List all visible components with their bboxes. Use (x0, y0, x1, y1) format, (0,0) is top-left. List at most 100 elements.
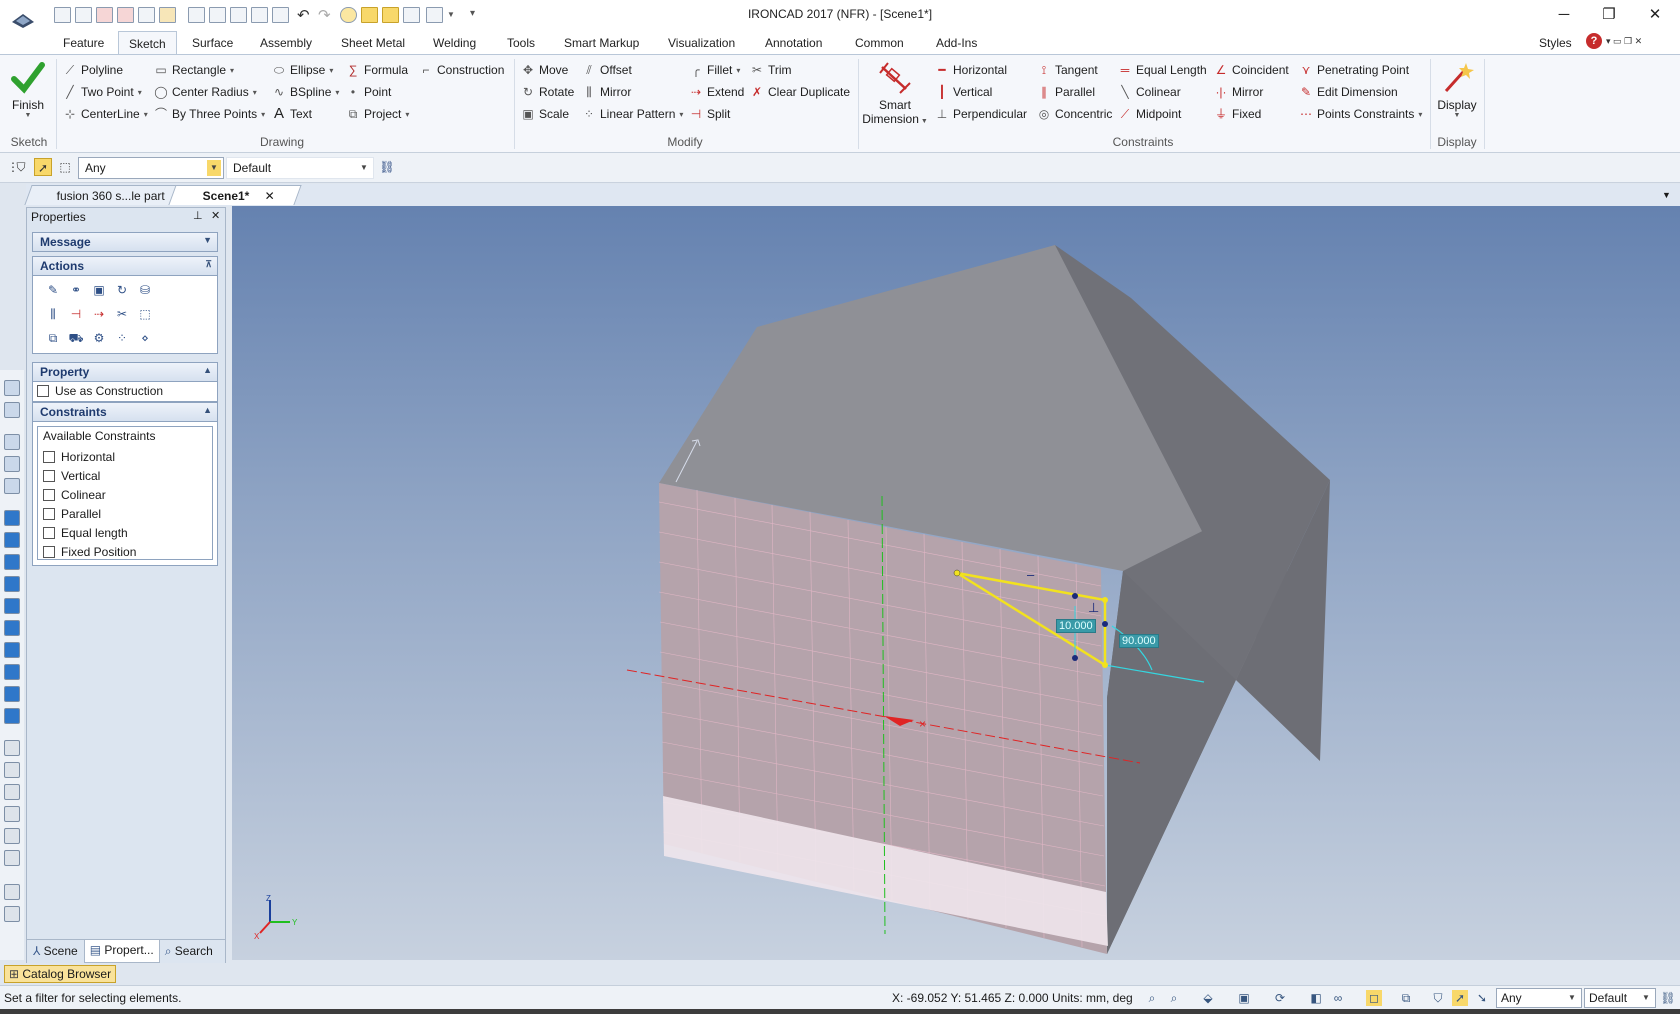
tab-add-ins[interactable]: Add-Ins (936, 36, 977, 50)
scale-icon[interactable]: ▣ (91, 282, 107, 298)
panel-tab-search[interactable]: ⌕ Search (160, 940, 218, 963)
centerline-button[interactable]: ⊹ CenterLine ▾ (62, 104, 148, 124)
torus-icon[interactable] (4, 686, 20, 702)
camera-icon[interactable] (4, 380, 20, 396)
block-icon[interactable] (4, 510, 20, 526)
construction-button[interactable]: ⌐ Construction (418, 60, 504, 80)
pin-icon[interactable]: ⊥ (193, 209, 203, 222)
constraint-checkbox[interactable] (43, 508, 55, 520)
constraint-checkbox[interactable] (43, 546, 55, 558)
tool-icon[interactable] (4, 906, 20, 922)
message-section-header[interactable]: Message ▼ (32, 232, 218, 252)
select-edge-icon[interactable]: ➘ (1474, 990, 1490, 1006)
tool-icon[interactable] (4, 762, 20, 778)
block-icon[interactable] (4, 532, 20, 548)
section-icon[interactable]: ◧ (1308, 990, 1324, 1006)
close-tab-icon[interactable]: ✕ (265, 189, 275, 203)
tab-assembly[interactable]: Assembly (260, 36, 312, 50)
center-radius-button[interactable]: ◯ Center Radius ▾ (153, 82, 265, 102)
pattern-icon[interactable]: ⁘ (114, 330, 130, 346)
parallel-constraint-button[interactable]: ∥ Parallel (1036, 82, 1112, 102)
point-button[interactable]: • Point (345, 82, 409, 102)
select-pointer-icon[interactable]: ➚ (1452, 990, 1468, 1006)
smart-dimension-button[interactable]: Smart Dimension ▼ (862, 61, 928, 126)
dimension-value-1[interactable]: 10.000 (1056, 619, 1096, 633)
cylinder-icon[interactable] (4, 554, 20, 570)
colinear-button[interactable]: ╲ Colinear (1117, 82, 1207, 102)
fixed-button[interactable]: ⏚ Fixed (1213, 104, 1289, 124)
wedge-icon[interactable] (4, 598, 20, 614)
coincident-button[interactable]: ∠ Coincident (1213, 60, 1289, 80)
panel-tab-scene[interactable]: ⅄ Scene (27, 940, 84, 963)
panel-tab-properties[interactable]: ▤ Propert... (83, 940, 160, 963)
select-pointer-icon[interactable]: ➚ (34, 158, 52, 176)
concentric-constraint-button[interactable]: ◎ Concentric (1036, 104, 1113, 124)
layer-icon[interactable] (4, 456, 20, 472)
tool-icon[interactable] (4, 828, 20, 844)
linear-pattern-button[interactable]: ⁘ Linear Pattern ▾ (581, 104, 683, 124)
select-face-icon[interactable]: ⬚ (56, 158, 74, 176)
display-mode-icon[interactable]: ◻ (1366, 990, 1382, 1006)
stack-icon[interactable]: ⛁ (137, 282, 153, 298)
close-panel-icon[interactable]: ✕ (211, 209, 220, 222)
extend-icon[interactable]: ⇢ (91, 306, 107, 322)
constraint-item-vertical[interactable]: Vertical (43, 469, 207, 488)
select-part-icon[interactable]: ⛉ (12, 158, 30, 176)
view-cube-icon[interactable]: ⬙ (1200, 990, 1216, 1006)
dimension-value-2[interactable]: 90.000 (1119, 634, 1159, 648)
layer-icon[interactable] (4, 478, 20, 494)
camera-icon[interactable] (4, 402, 20, 418)
tool-icon[interactable] (4, 740, 20, 756)
slab-icon[interactable] (4, 620, 20, 636)
selection-filter-combo[interactable]: Any ▼ (78, 157, 224, 179)
scale-button[interactable]: ▣ Scale (520, 104, 574, 124)
tab-tools[interactable]: Tools (507, 36, 535, 50)
constraint-checkbox[interactable] (43, 489, 55, 501)
constraint-item-colinear[interactable]: Colinear (43, 488, 207, 507)
zoom-icon[interactable]: ⌕ (1166, 990, 1182, 1006)
penetrating-point-button[interactable]: ⋎ Penetrating Point (1298, 60, 1422, 80)
shell-icon[interactable] (4, 642, 20, 658)
hole-icon[interactable] (4, 664, 20, 680)
hierarchy-icon[interactable]: ⛓ (378, 158, 396, 176)
tool-icon[interactable] (4, 806, 20, 822)
tangent-constraint-button[interactable]: ⟟ Tangent (1036, 60, 1112, 80)
minimize-button[interactable]: ─ (1549, 4, 1579, 26)
property-section-header[interactable]: Property ▲ (32, 362, 218, 382)
tab-common[interactable]: Common (855, 36, 904, 50)
extend-button[interactable]: ⇢ Extend (688, 82, 744, 102)
equal-length-button[interactable]: ═ Equal Length (1117, 60, 1207, 80)
tab-feature[interactable]: Feature (63, 36, 104, 50)
tab-sketch[interactable]: Sketch (118, 31, 177, 55)
style-combo[interactable]: Default ▼ (226, 157, 374, 179)
copy-icon[interactable]: ⧉ (45, 330, 61, 346)
split-button[interactable]: ⊣ Split (688, 104, 744, 124)
vertical-constraint-button[interactable]: ┃ Vertical (934, 82, 1027, 102)
doc-tab-scene1[interactable]: Scene1* ✕ (168, 185, 302, 205)
tab-surface[interactable]: Surface (192, 36, 233, 50)
points-icon[interactable]: ⋄ (137, 330, 153, 346)
scissors-icon[interactable]: ✂ (114, 306, 130, 322)
polyline-button[interactable]: ⟋ Polyline (62, 60, 148, 80)
clear-duplicate-button[interactable]: ✗ Clear Duplicate (749, 82, 850, 102)
rectangle-button[interactable]: ▭ Rectangle ▾ (153, 60, 265, 80)
styles-menu[interactable]: Styles (1539, 36, 1572, 50)
tab-list-dropdown-icon[interactable]: ▼ (1662, 190, 1671, 200)
render-mode-icon[interactable]: ▣ (1236, 990, 1252, 1006)
ellipse-button[interactable]: ⬭ Ellipse ▾ (271, 60, 339, 80)
link-icon[interactable]: ⚭ (68, 282, 84, 298)
tab-visualization[interactable]: Visualization (668, 36, 735, 50)
glasses-icon[interactable]: ∞ (1330, 990, 1346, 1006)
mirror-button[interactable]: ⫼ Mirror (581, 82, 683, 102)
move-button[interactable]: ✥ Move (520, 60, 574, 80)
constraint-checkbox[interactable] (43, 451, 55, 463)
tab-annotation[interactable]: Annotation (765, 36, 822, 50)
constraint-checkbox[interactable] (43, 470, 55, 482)
constraint-checkbox[interactable] (43, 527, 55, 539)
gear-icon[interactable]: ⚙ (91, 330, 107, 346)
catalog-browser-button[interactable]: ⊞ Catalog Browser (4, 965, 117, 983)
text-button[interactable]: A Text (271, 104, 339, 124)
display-button[interactable]: Display ▼ (1434, 61, 1480, 119)
perpendicular-constraint-button[interactable]: ⊥ Perpendicular (934, 104, 1027, 124)
edit-dimension-button[interactable]: ✎ Edit Dimension (1298, 82, 1422, 102)
